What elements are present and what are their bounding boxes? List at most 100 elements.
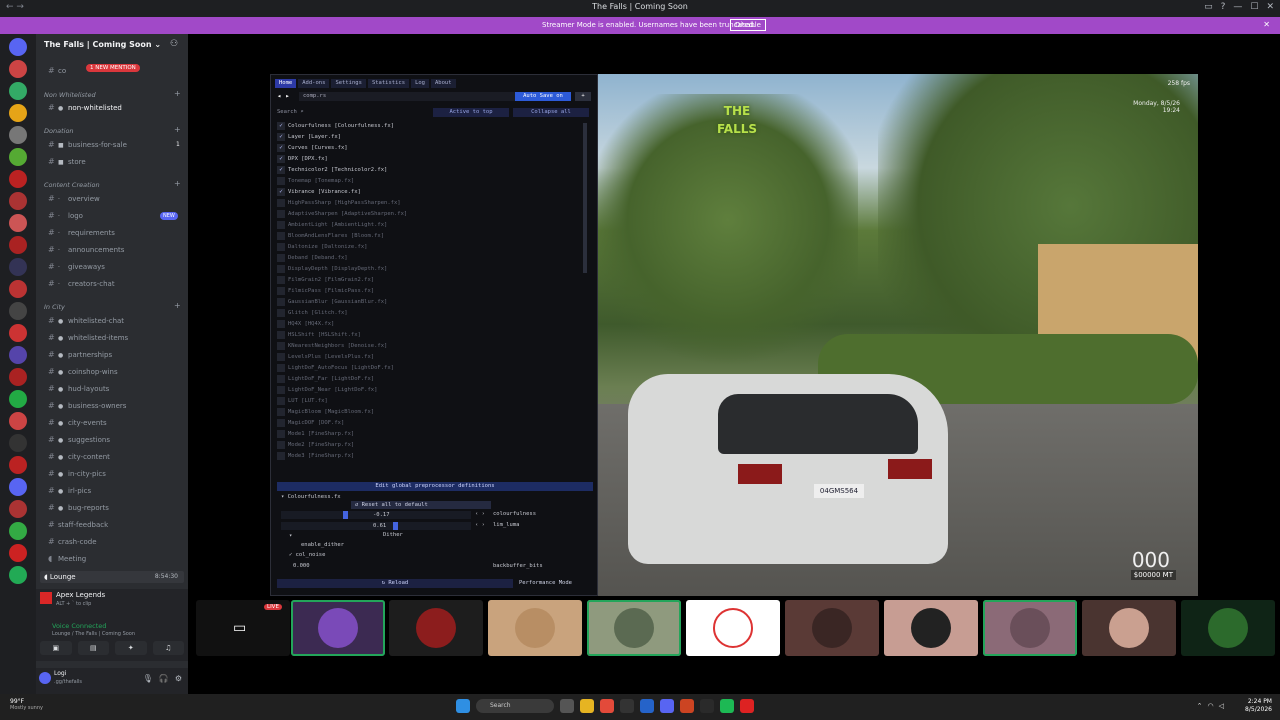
- slider-knob[interactable]: [343, 511, 348, 519]
- channel-item[interactable]: # ● city-events: [48, 418, 107, 427]
- channel-item[interactable]: # · requirements: [48, 228, 115, 237]
- effect-checkbox[interactable]: [277, 341, 285, 350]
- mic-icon[interactable]: 🎙: [143, 674, 153, 683]
- effect-list-scrollbar[interactable]: [583, 123, 587, 273]
- effect-checkbox[interactable]: [277, 242, 285, 251]
- server-icon[interactable]: [9, 434, 27, 452]
- add-preset-button[interactable]: +: [575, 92, 591, 101]
- channel-item[interactable]: # ● suggestions: [48, 435, 110, 444]
- server-icon[interactable]: [9, 60, 27, 78]
- effect-row[interactable]: BloomAndLensFlares [Bloom.fx]: [277, 231, 384, 241]
- channel-item[interactable]: # ● city-content: [48, 452, 110, 461]
- effect-checkbox[interactable]: [277, 440, 285, 449]
- effect-checkbox[interactable]: [277, 297, 285, 306]
- server-icon[interactable]: [9, 500, 27, 518]
- server-icon[interactable]: [9, 214, 27, 232]
- server-icon[interactable]: [9, 82, 27, 100]
- stepper-arrows[interactable]: ‹ ›: [475, 521, 485, 530]
- wifi-icon[interactable]: ◠: [1208, 702, 1214, 710]
- task-view-icon[interactable]: [560, 699, 574, 713]
- effect-row[interactable]: MagicDOF [DOF.fx]: [277, 418, 344, 428]
- category-content-creation[interactable]: Content Creation: [44, 181, 100, 189]
- voice-channel-lounge[interactable]: ◖ Lounge 8:54:30: [40, 571, 184, 583]
- slider-knob[interactable]: [393, 522, 398, 530]
- app-icon[interactable]: [640, 699, 654, 713]
- lim-luma-slider[interactable]: 0.61: [281, 522, 471, 530]
- server-icon[interactable]: [9, 478, 27, 496]
- effect-checkbox[interactable]: ✓: [277, 187, 285, 196]
- tab-home[interactable]: Home: [275, 79, 297, 88]
- effect-row[interactable]: Deband [Deband.fx]: [277, 253, 348, 263]
- preset-selector[interactable]: comp.rs: [299, 92, 527, 101]
- participant-tile[interactable]: [686, 600, 780, 656]
- app-icon[interactable]: [620, 699, 634, 713]
- tab-statistics[interactable]: Statistics: [367, 79, 410, 88]
- file-explorer-icon[interactable]: [580, 699, 594, 713]
- channel-item[interactable]: # · creators-chat: [48, 279, 115, 288]
- effect-row[interactable]: ✓ DPX [DPX.fx]: [277, 154, 328, 164]
- server-icon[interactable]: [9, 544, 27, 562]
- channel-item[interactable]: # staff-feedback: [48, 520, 108, 529]
- channel-item[interactable]: # ● irl-pics: [48, 486, 91, 495]
- app-icon[interactable]: [680, 699, 694, 713]
- server-name[interactable]: The Falls | Coming Soon ⌄: [44, 40, 161, 49]
- taskbar-search[interactable]: Search: [476, 699, 554, 713]
- settings-gear-icon[interactable]: ⚙: [175, 674, 182, 683]
- add-channel-icon[interactable]: +: [174, 179, 181, 188]
- participant-tile[interactable]: [587, 600, 681, 656]
- effect-row[interactable]: Mode3 [FineSharp.fx]: [277, 451, 354, 461]
- colourfulness-slider[interactable]: -0.17: [281, 511, 471, 519]
- effect-row[interactable]: ✓ Technicolor2 [Technicolor2.fx]: [277, 165, 387, 175]
- effect-checkbox[interactable]: ✓: [277, 121, 285, 130]
- chrome-icon[interactable]: [600, 699, 614, 713]
- channel-item[interactable]: # ● business-owners: [48, 401, 126, 410]
- effect-row[interactable]: ✓ Curves [Curves.fx]: [277, 143, 348, 153]
- participant-tile[interactable]: [1082, 600, 1176, 656]
- chevron-up-icon[interactable]: ⌃: [1197, 702, 1203, 710]
- channel-item[interactable]: # crash-code: [48, 537, 97, 546]
- effect-row[interactable]: AmbientLight [AmbientLight.fx]: [277, 220, 387, 230]
- effect-checkbox[interactable]: [277, 429, 285, 438]
- effect-row[interactable]: ✓ Vibrance [Vibrance.fx]: [277, 187, 361, 197]
- game-stream-view[interactable]: 04GMS564 THE FALLS 258 fps Monday, 8/5/2…: [598, 74, 1198, 596]
- effect-row[interactable]: Tonemap [Tonemap.fx]: [277, 176, 354, 186]
- effect-checkbox[interactable]: [277, 385, 285, 394]
- effect-row[interactable]: MagicBloom [MagicBloom.fx]: [277, 407, 374, 417]
- add-channel-icon[interactable]: +: [174, 89, 181, 98]
- add-friend-icon[interactable]: ⚇: [170, 39, 178, 49]
- category-donation[interactable]: Donation: [44, 127, 74, 135]
- effect-row[interactable]: Mode2 [FineSharp.fx]: [277, 440, 354, 450]
- spotify-icon[interactable]: [720, 699, 734, 713]
- participant-tile[interactable]: [884, 600, 978, 656]
- col-noise-row[interactable]: ✓ col_noise: [289, 551, 325, 560]
- effect-row[interactable]: FilmicPass [FilmicPass.fx]: [277, 286, 374, 296]
- channel-item[interactable]: # ● in-city-pics: [48, 469, 106, 478]
- stepper-arrows[interactable]: ‹ ›: [475, 510, 485, 519]
- reset-all-button[interactable]: ↺ Reset all to default: [351, 501, 491, 509]
- taskbar-clock[interactable]: 2:24 PM 8/5/2026: [1245, 698, 1272, 714]
- apex-legends-icon[interactable]: [740, 699, 754, 713]
- channel-item[interactable]: # · giveaways: [48, 262, 105, 271]
- server-icon[interactable]: [9, 170, 27, 188]
- inbox-icon[interactable]: ▭: [1204, 2, 1213, 12]
- effect-checkbox[interactable]: [277, 286, 285, 295]
- effect-checkbox[interactable]: [277, 418, 285, 427]
- effect-checkbox[interactable]: [277, 198, 285, 207]
- participant-tile[interactable]: [983, 600, 1077, 656]
- effect-search[interactable]: Search ⌕: [277, 109, 304, 115]
- channel-item[interactable]: # ● whitelisted-chat: [48, 316, 124, 325]
- server-icon[interactable]: [9, 192, 27, 210]
- channel-item[interactable]: # ● partnerships: [48, 350, 112, 359]
- server-icon[interactable]: [9, 302, 27, 320]
- reload-button[interactable]: ↻ Reload: [277, 579, 513, 588]
- server-icon[interactable]: [9, 412, 27, 430]
- effect-row[interactable]: ✓ Colourfulness [Colourfulness.fx]: [277, 121, 394, 131]
- minimize-icon[interactable]: —: [1233, 2, 1242, 12]
- effect-checkbox[interactable]: ✓: [277, 154, 285, 163]
- effect-checkbox[interactable]: [277, 220, 285, 229]
- server-icon[interactable]: [9, 104, 27, 122]
- headphones-icon[interactable]: 🎧: [159, 674, 169, 683]
- participant-tile[interactable]: [291, 600, 385, 656]
- windows-start-icon[interactable]: [456, 699, 470, 713]
- effect-row[interactable]: Mode1 [FineSharp.fx]: [277, 429, 354, 439]
